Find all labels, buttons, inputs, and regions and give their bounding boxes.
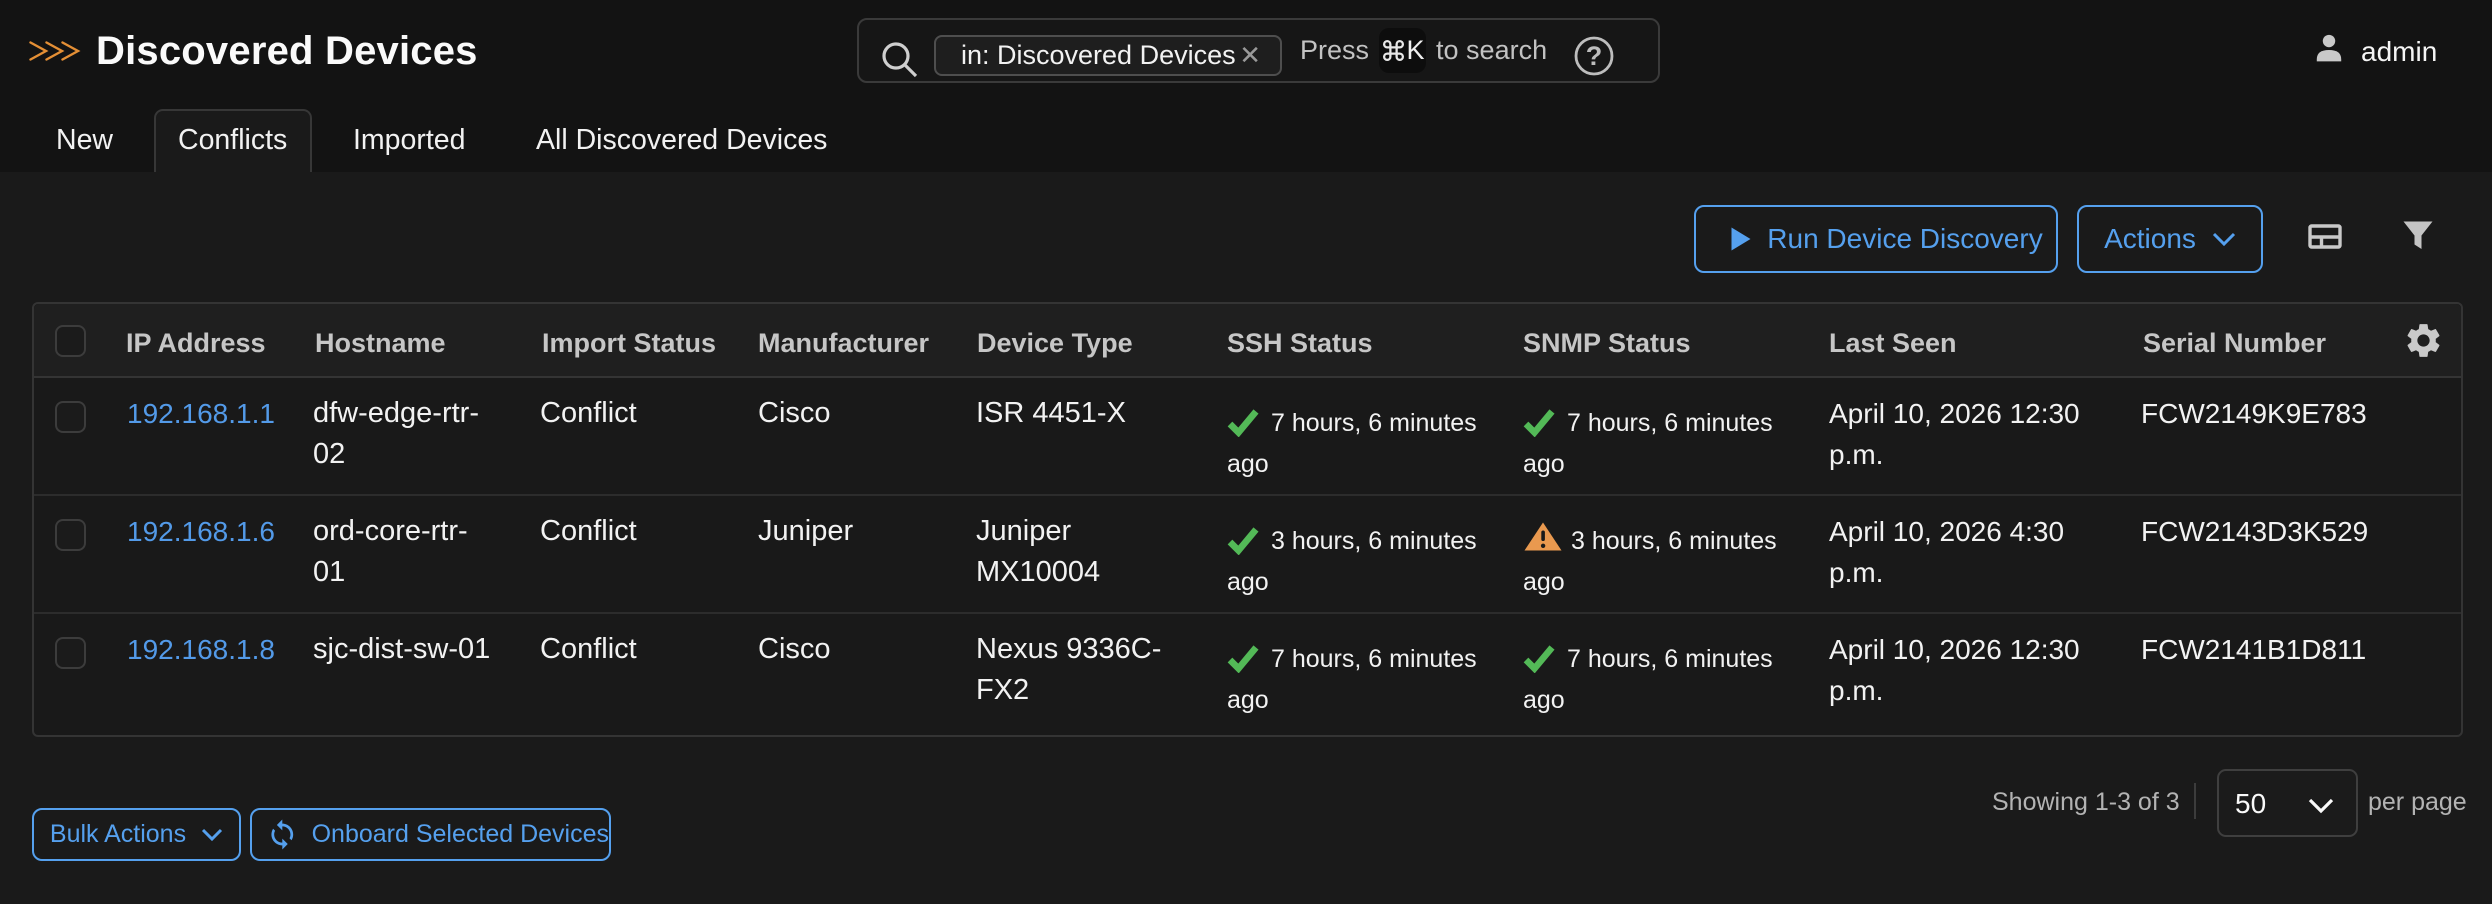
svg-text:?: ?	[1586, 41, 1603, 71]
